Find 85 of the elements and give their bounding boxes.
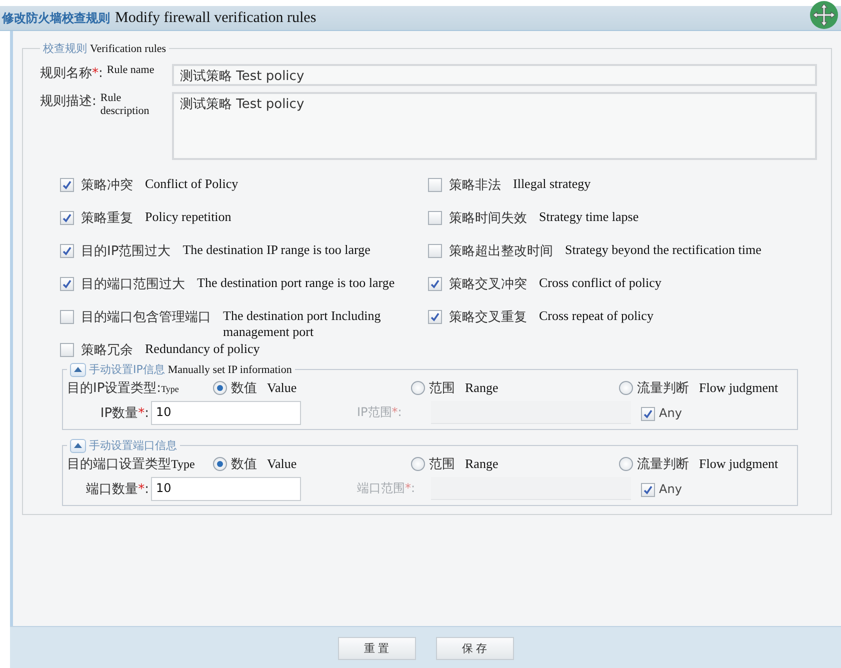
type-translation: Type — [161, 384, 179, 394]
radio-label: 范围 — [429, 456, 455, 473]
group-title: 手动设置IP信息 — [89, 362, 165, 377]
collapse-button[interactable] — [70, 438, 86, 452]
collapse-button[interactable] — [70, 362, 86, 376]
radio-translation: Flow judgment — [699, 456, 778, 472]
option-label: 策略重复 — [81, 210, 133, 227]
option-translation: Policy repetition — [145, 209, 232, 225]
radio-translation: Value — [267, 380, 297, 396]
checkbox[interactable] — [60, 244, 74, 258]
option-label: 策略冗余 — [81, 342, 133, 359]
option-label: 策略超出整改时间 — [449, 243, 553, 260]
option-translation: Redundancy of policy — [145, 341, 260, 357]
checkbox[interactable] — [428, 310, 442, 324]
option-translation: Conflict of Policy — [145, 176, 238, 192]
count-label: 端口数量*: — [86, 480, 149, 498]
checkbox[interactable] — [60, 310, 74, 324]
checkbox[interactable] — [60, 178, 74, 192]
radio-translation: Flow judgment — [699, 380, 778, 396]
triangle-icon — [73, 441, 83, 450]
option-label: 策略交叉重复 — [449, 309, 527, 326]
count-field[interactable]: 10 — [151, 476, 301, 500]
radio-button[interactable] — [213, 457, 227, 471]
window-title-translation: Modify firewall verification rules — [115, 10, 316, 26]
checkbox[interactable] — [60, 277, 74, 291]
radio-translation: Range — [465, 380, 498, 396]
group-title-translation: Manually set IP information — [168, 364, 292, 376]
rule-description-field[interactable]: 测试策略 Test policy — [172, 92, 817, 160]
window-title: 修改防火墙校查规则 — [2, 10, 110, 26]
triangle-icon — [73, 365, 83, 374]
radio-translation: Range — [465, 456, 498, 472]
option-label: 目的端口包含管理端口 — [81, 309, 211, 326]
radio-button[interactable] — [619, 381, 633, 395]
group-title: 手动设置端口信息 — [89, 438, 177, 453]
option-translation: Strategy time lapse — [539, 209, 639, 225]
checkbox[interactable] — [428, 244, 442, 258]
option-label: 策略时间失效 — [449, 210, 527, 227]
option-label: 目的端口范围过大 — [81, 276, 185, 293]
field-label: 规则名称*: — [40, 65, 103, 82]
option-label: 目的IP范围过大 — [81, 243, 171, 260]
range-label: 端口范围*: — [356, 480, 416, 497]
any-label: Any — [659, 406, 682, 420]
radio-label: 范围 — [429, 380, 455, 397]
count-field[interactable]: 10 — [151, 400, 301, 424]
radio-button[interactable] — [411, 457, 425, 471]
section-title: 校查规则 — [43, 41, 87, 56]
section-title-translation: Verification rules — [90, 43, 166, 55]
option-translation: Cross conflict of policy — [539, 275, 662, 291]
checkbox[interactable] — [428, 277, 442, 291]
checkbox[interactable] — [60, 343, 74, 357]
checkbox[interactable] — [641, 482, 655, 496]
radio-label: 流量判断 — [637, 380, 689, 397]
checkbox[interactable] — [60, 211, 74, 225]
option-translation: The destination port Including management port — [223, 308, 382, 340]
radio-label: 数值 — [231, 380, 257, 397]
checkbox[interactable] — [428, 178, 442, 192]
option-translation: The destination IP range is too large — [182, 242, 370, 258]
radio-translation: Value — [267, 456, 297, 472]
any-label: Any — [659, 482, 682, 496]
type-label: 目的端口设置类型 — [67, 456, 171, 473]
type-translation: Type — [171, 457, 195, 472]
option-label: 策略交叉冲突 — [449, 276, 527, 293]
action-button[interactable]: 重 置 — [338, 637, 416, 660]
radio-button[interactable] — [619, 457, 633, 471]
field-label-translation: Rule description — [100, 92, 150, 118]
move-icon[interactable] — [809, 0, 839, 30]
action-button[interactable]: 保 存 — [436, 637, 514, 660]
radio-label: 流量判断 — [637, 456, 689, 473]
count-label: IP数量*: — [100, 404, 149, 422]
option-translation: Strategy beyond the rectification time — [565, 242, 762, 258]
option-translation: Cross repeat of policy — [539, 308, 654, 324]
field-label: 规则描述: — [40, 93, 96, 110]
option-label: 策略非法 — [449, 177, 501, 194]
range-label: IP范围*: — [356, 404, 403, 421]
checkbox[interactable] — [428, 211, 442, 225]
option-translation: Illegal strategy — [513, 176, 591, 192]
option-translation: The destination port range is too large — [197, 275, 395, 291]
radio-button[interactable] — [411, 381, 425, 395]
checkbox[interactable] — [641, 406, 655, 420]
rule-name-field[interactable]: 测试策略 Test policy — [172, 64, 817, 86]
radio-label: 数值 — [231, 456, 257, 473]
radio-button[interactable] — [213, 381, 227, 395]
type-label: 目的IP设置类型: — [67, 380, 162, 397]
option-label: 策略冲突 — [81, 177, 133, 194]
field-label-translation: Rule name — [106, 64, 154, 77]
